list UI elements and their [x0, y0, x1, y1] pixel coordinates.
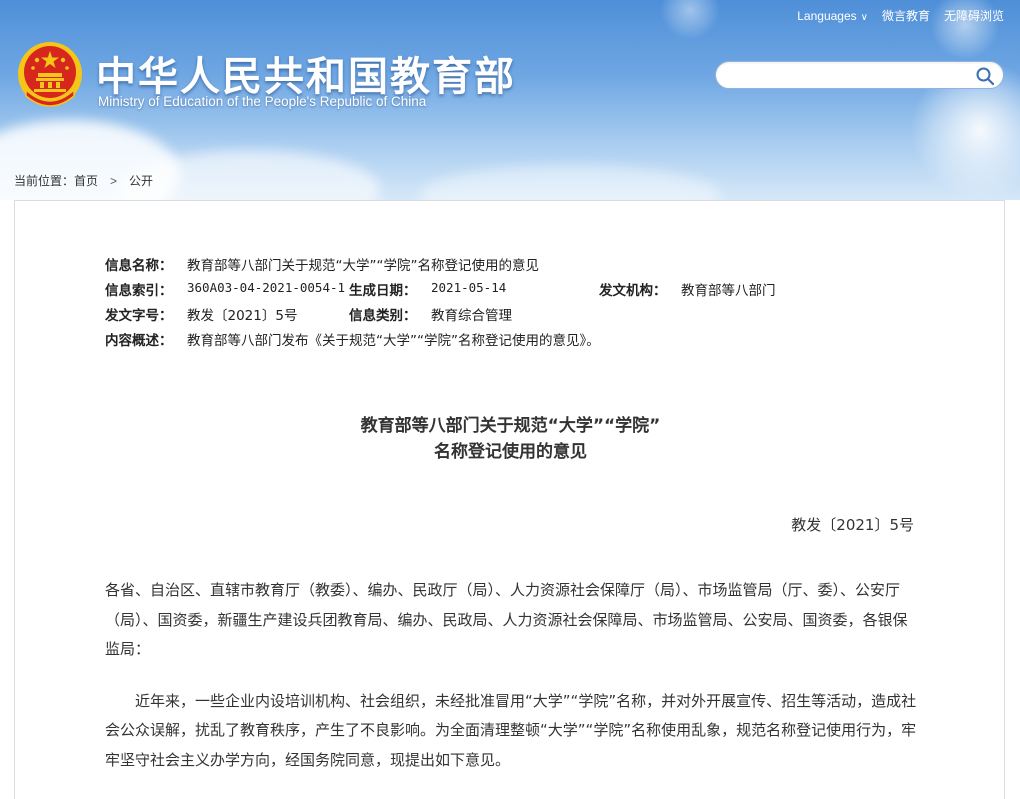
languages-dropdown[interactable]: Languages ∨ [797, 9, 868, 23]
weibo-link[interactable]: 微言教育 [882, 7, 930, 24]
chevron-down-icon: ∨ [860, 11, 868, 23]
meta-docno-label: 发文字号： [105, 308, 173, 324]
breadcrumb-current-link[interactable]: 公开 [129, 172, 153, 189]
meta-summary-value: 教育部等八部门发布《关于规范“大学”“学院”名称登记使用的意见》。 [187, 333, 600, 349]
meta-name-value: 教育部等八部门关于规范“大学”“学院”名称登记使用的意见 [187, 258, 539, 274]
meta-issuer-value: 教育部等八部门 [681, 283, 776, 299]
site-subtitle: Ministry of Education of the People's Re… [98, 94, 427, 109]
accessibility-link[interactable]: 无障碍浏览 [944, 7, 1004, 24]
document-title: 教育部等八部门关于规范“大学”“学院” 名称登记使用的意见 [15, 413, 1006, 465]
dandelion-decoration [660, 0, 720, 40]
document-paragraph-intro: 近年来，一些企业内设培训机构、社会组织，未经批准冒用“大学”“学院”名称，并对外… [105, 691, 917, 769]
document-title-line2: 名称登记使用的意见 [434, 442, 587, 462]
content-card: 信息名称： 教育部等八部门关于规范“大学”“学院”名称登记使用的意见 信息索引：… [14, 200, 1005, 799]
meta-name-label: 信息名称： [105, 258, 173, 274]
search-box [715, 61, 1004, 89]
meta-category-label: 信息类别： [349, 308, 417, 324]
header-banner: 中华人民共和国教育部 Ministry of Education of the … [0, 0, 1020, 200]
meta-date-label: 生成日期： [349, 283, 417, 299]
search-icon[interactable] [975, 66, 995, 86]
breadcrumb-separator: > [110, 173, 118, 188]
breadcrumb-home-link[interactable]: 首页 [74, 172, 98, 189]
cloud-decoration [420, 165, 720, 200]
languages-label: Languages [797, 8, 857, 23]
meta-docno-value: 教发〔2021〕5号 [187, 308, 298, 324]
top-links: Languages ∨ 微言教育 无障碍浏览 [797, 7, 1004, 24]
document-paragraph-recipients: 各省、自治区、直辖市教育厅（教委）、编办、民政厅（局）、人力资源社会保障厅（局）… [105, 581, 908, 658]
document-body: 各省、自治区、直辖市教育厅（教委）、编办、民政厅（局）、人力资源社会保障厅（局）… [105, 576, 917, 797]
breadcrumb-prefix: 当前位置： [14, 174, 75, 188]
document-title-line1: 教育部等八部门关于规范“大学”“学院” [360, 416, 661, 436]
meta-index-value: 360A03-04-2021-0054-1 [187, 280, 346, 295]
meta-date-value: 2021-05-14 [431, 280, 507, 295]
meta-summary-label: 内容概述： [105, 333, 173, 349]
national-emblem-icon [18, 42, 82, 107]
meta-issuer-label: 发文机构： [599, 283, 667, 299]
meta-category-value: 教育综合管理 [431, 308, 512, 324]
breadcrumb: 当前位置： 首页 > 公开 [14, 172, 153, 189]
search-input[interactable] [728, 66, 968, 86]
document-number: 教发〔2021〕5号 [791, 516, 914, 534]
meta-index-label: 信息索引： [105, 283, 173, 299]
